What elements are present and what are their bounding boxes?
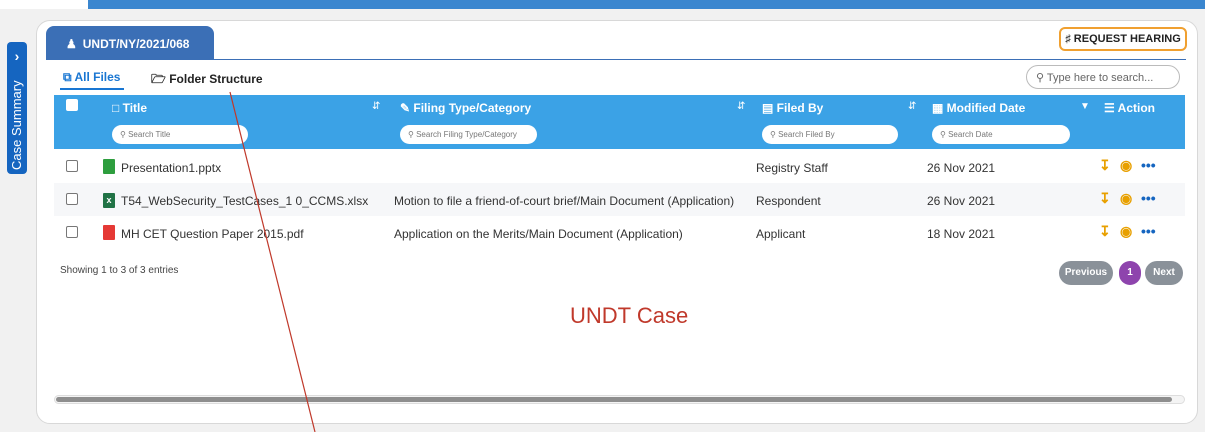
excel-file-icon: x <box>103 193 115 208</box>
active-tab-underline <box>60 88 124 90</box>
file-name[interactable]: Presentation1.pptx <box>121 161 221 175</box>
tab-divider <box>46 59 1186 60</box>
filter-filing-type-input[interactable]: ⚲ Search Filing Type/Category <box>400 125 537 144</box>
search-icon: ⚲ <box>1036 72 1047 84</box>
filter-title-placeholder: Search Title <box>128 130 171 139</box>
sort-icon[interactable]: ⇵ <box>372 101 380 112</box>
filed-by: Respondent <box>756 194 821 208</box>
file-name[interactable]: T54_WebSecurity_TestCases_1 0_CCMS.xlsx <box>121 194 368 208</box>
case-summary-label: Case Summary <box>9 80 24 170</box>
modified-date: 26 Nov 2021 <box>927 194 996 208</box>
search-icon: ⚲ <box>770 130 779 139</box>
request-hearing-label: REQUEST HEARING <box>1073 33 1181 45</box>
scrollbar-thumb[interactable] <box>56 397 1172 402</box>
filter-date-placeholder: Search Date <box>948 130 993 139</box>
column-modified-date-label: Modified Date <box>946 101 1026 115</box>
pptx-file-icon <box>103 159 115 174</box>
more-icon[interactable]: ••• <box>1141 157 1156 173</box>
tab-folder-structure[interactable]: 🗁 Folder Structure <box>151 70 263 91</box>
more-icon[interactable]: ••• <box>1141 190 1156 206</box>
search-icon: ⚲ <box>408 130 417 139</box>
edit-file-icon: ✎ <box>400 101 414 115</box>
filing-type: Application on the Merits/Main Document … <box>394 227 683 241</box>
column-action-label: Action <box>1117 101 1155 115</box>
download-icon[interactable]: ↧ <box>1099 190 1111 207</box>
download-icon[interactable]: ↧ <box>1099 157 1111 174</box>
modified-date: 18 Nov 2021 <box>927 227 996 241</box>
case-number-tab[interactable]: ♟ UNDT/NY/2021/068 <box>46 26 214 59</box>
case-number: UNDT/NY/2021/068 <box>82 37 190 51</box>
document-icon: ▤ <box>762 101 777 115</box>
pdf-file-icon <box>103 225 115 240</box>
filed-by: Registry Staff <box>756 161 828 175</box>
search-placeholder: Type here to search... <box>1046 72 1154 84</box>
calendar-icon: ▦ <box>932 101 947 115</box>
column-action: ☰ Action <box>1104 101 1155 115</box>
filter-title-input[interactable]: ⚲ Search Title <box>112 125 248 144</box>
undt-case-caption: UNDT Case <box>570 303 689 328</box>
eye-icon[interactable]: ◉ <box>1120 223 1132 240</box>
column-filed-by-label: Filed By <box>776 101 824 115</box>
request-hearing-button[interactable]: ♯ REQUEST HEARING <box>1059 27 1187 51</box>
folder-icon: 🗁 <box>151 72 170 86</box>
tab-all-files-label: All Files <box>74 70 121 84</box>
column-modified-date[interactable]: ▦ Modified Date <box>932 101 1025 115</box>
next-button[interactable]: Next <box>1145 261 1183 285</box>
table-row[interactable] <box>54 150 1185 183</box>
column-title[interactable]: □ Title <box>112 101 147 115</box>
search-icon: ⚲ <box>940 130 949 139</box>
files-icon: ⧉ <box>63 70 75 84</box>
top-bar <box>88 0 1205 9</box>
chevron-right-icon[interactable]: › <box>7 48 27 64</box>
sort-icon[interactable]: ⇵ <box>737 101 745 112</box>
column-filed-by[interactable]: ▤ Filed By <box>762 101 823 115</box>
filter-date-input[interactable]: ⚲ Search Date <box>932 125 1070 144</box>
sort-icon[interactable]: ⇵ <box>908 101 916 112</box>
sort-desc-icon[interactable]: ▼ <box>1080 101 1090 112</box>
more-icon[interactable]: ••• <box>1141 223 1156 239</box>
modified-date: 26 Nov 2021 <box>927 161 996 175</box>
filing-type: Motion to file a friend-of-court brief/M… <box>394 194 735 208</box>
top-stub <box>0 0 88 9</box>
filter-filed-by-placeholder: Search Filed By <box>778 130 835 139</box>
filed-by: Applicant <box>756 227 806 241</box>
eye-icon[interactable]: ◉ <box>1120 190 1132 207</box>
column-filing-type-label: Filing Type/Category <box>413 101 532 115</box>
file-icon: □ <box>112 101 123 115</box>
filter-filing-type-placeholder: Search Filing Type/Category <box>416 130 517 139</box>
search-input[interactable]: ⚲ Type here to search... <box>1026 65 1180 89</box>
download-icon[interactable]: ↧ <box>1099 223 1111 240</box>
row-checkbox[interactable] <box>66 226 78 238</box>
search-icon: ⚲ <box>120 130 129 139</box>
row-checkbox[interactable] <box>66 160 78 172</box>
column-title-label: Title <box>122 101 148 115</box>
eye-icon[interactable]: ◉ <box>1120 157 1132 174</box>
row-checkbox[interactable] <box>66 193 78 205</box>
tab-folder-structure-label: Folder Structure <box>169 72 263 86</box>
column-filing-type[interactable]: ✎ Filing Type/Category <box>400 101 531 115</box>
tab-all-files[interactable]: ⧉ All Files <box>63 70 120 85</box>
ear-icon: ♯ <box>1065 33 1074 45</box>
select-all-checkbox[interactable] <box>66 99 78 111</box>
file-name[interactable]: MH CET Question Paper 2015.pdf <box>121 227 304 241</box>
page-1-button[interactable]: 1 <box>1119 261 1141 285</box>
list-icon: ☰ <box>1104 101 1118 115</box>
entries-info: Showing 1 to 3 of 3 entries <box>60 265 179 276</box>
user-icon: ♟ <box>66 37 77 51</box>
previous-button[interactable]: Previous <box>1059 261 1113 285</box>
filter-filed-by-input[interactable]: ⚲ Search Filed By <box>762 125 898 144</box>
case-summary-tab[interactable]: › Case Summary <box>7 42 27 174</box>
